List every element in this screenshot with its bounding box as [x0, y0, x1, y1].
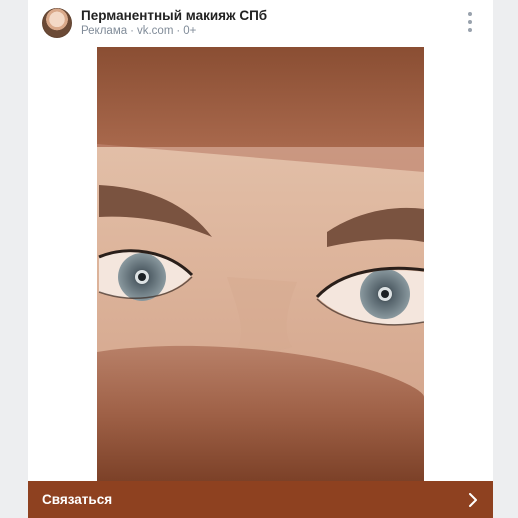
meta-separator: ·	[176, 25, 181, 37]
eyes-illustration	[97, 47, 424, 481]
chevron-right-icon	[469, 493, 477, 507]
author-avatar[interactable]	[42, 8, 72, 38]
more-options-icon[interactable]	[464, 12, 476, 32]
ad-post-card: Перманентный макияж СПб Реклама · vk.com · 0…	[28, 0, 493, 518]
contact-button-label: Связаться	[42, 492, 113, 507]
sponsored-label: Реклама	[81, 25, 128, 37]
post-header: Перманентный макияж СПб Реклама · vk.com · 0…	[28, 0, 493, 46]
age-rating: 0+	[183, 25, 197, 37]
contact-button[interactable]: Связаться	[28, 481, 493, 518]
post-meta: Реклама · vk.com · 0+	[81, 25, 196, 37]
domain-link[interactable]: vk.com	[137, 25, 173, 37]
ad-image[interactable]	[97, 47, 424, 481]
meta-separator: ·	[130, 25, 134, 37]
author-name[interactable]: Перманентный макияж СПб	[81, 8, 267, 23]
